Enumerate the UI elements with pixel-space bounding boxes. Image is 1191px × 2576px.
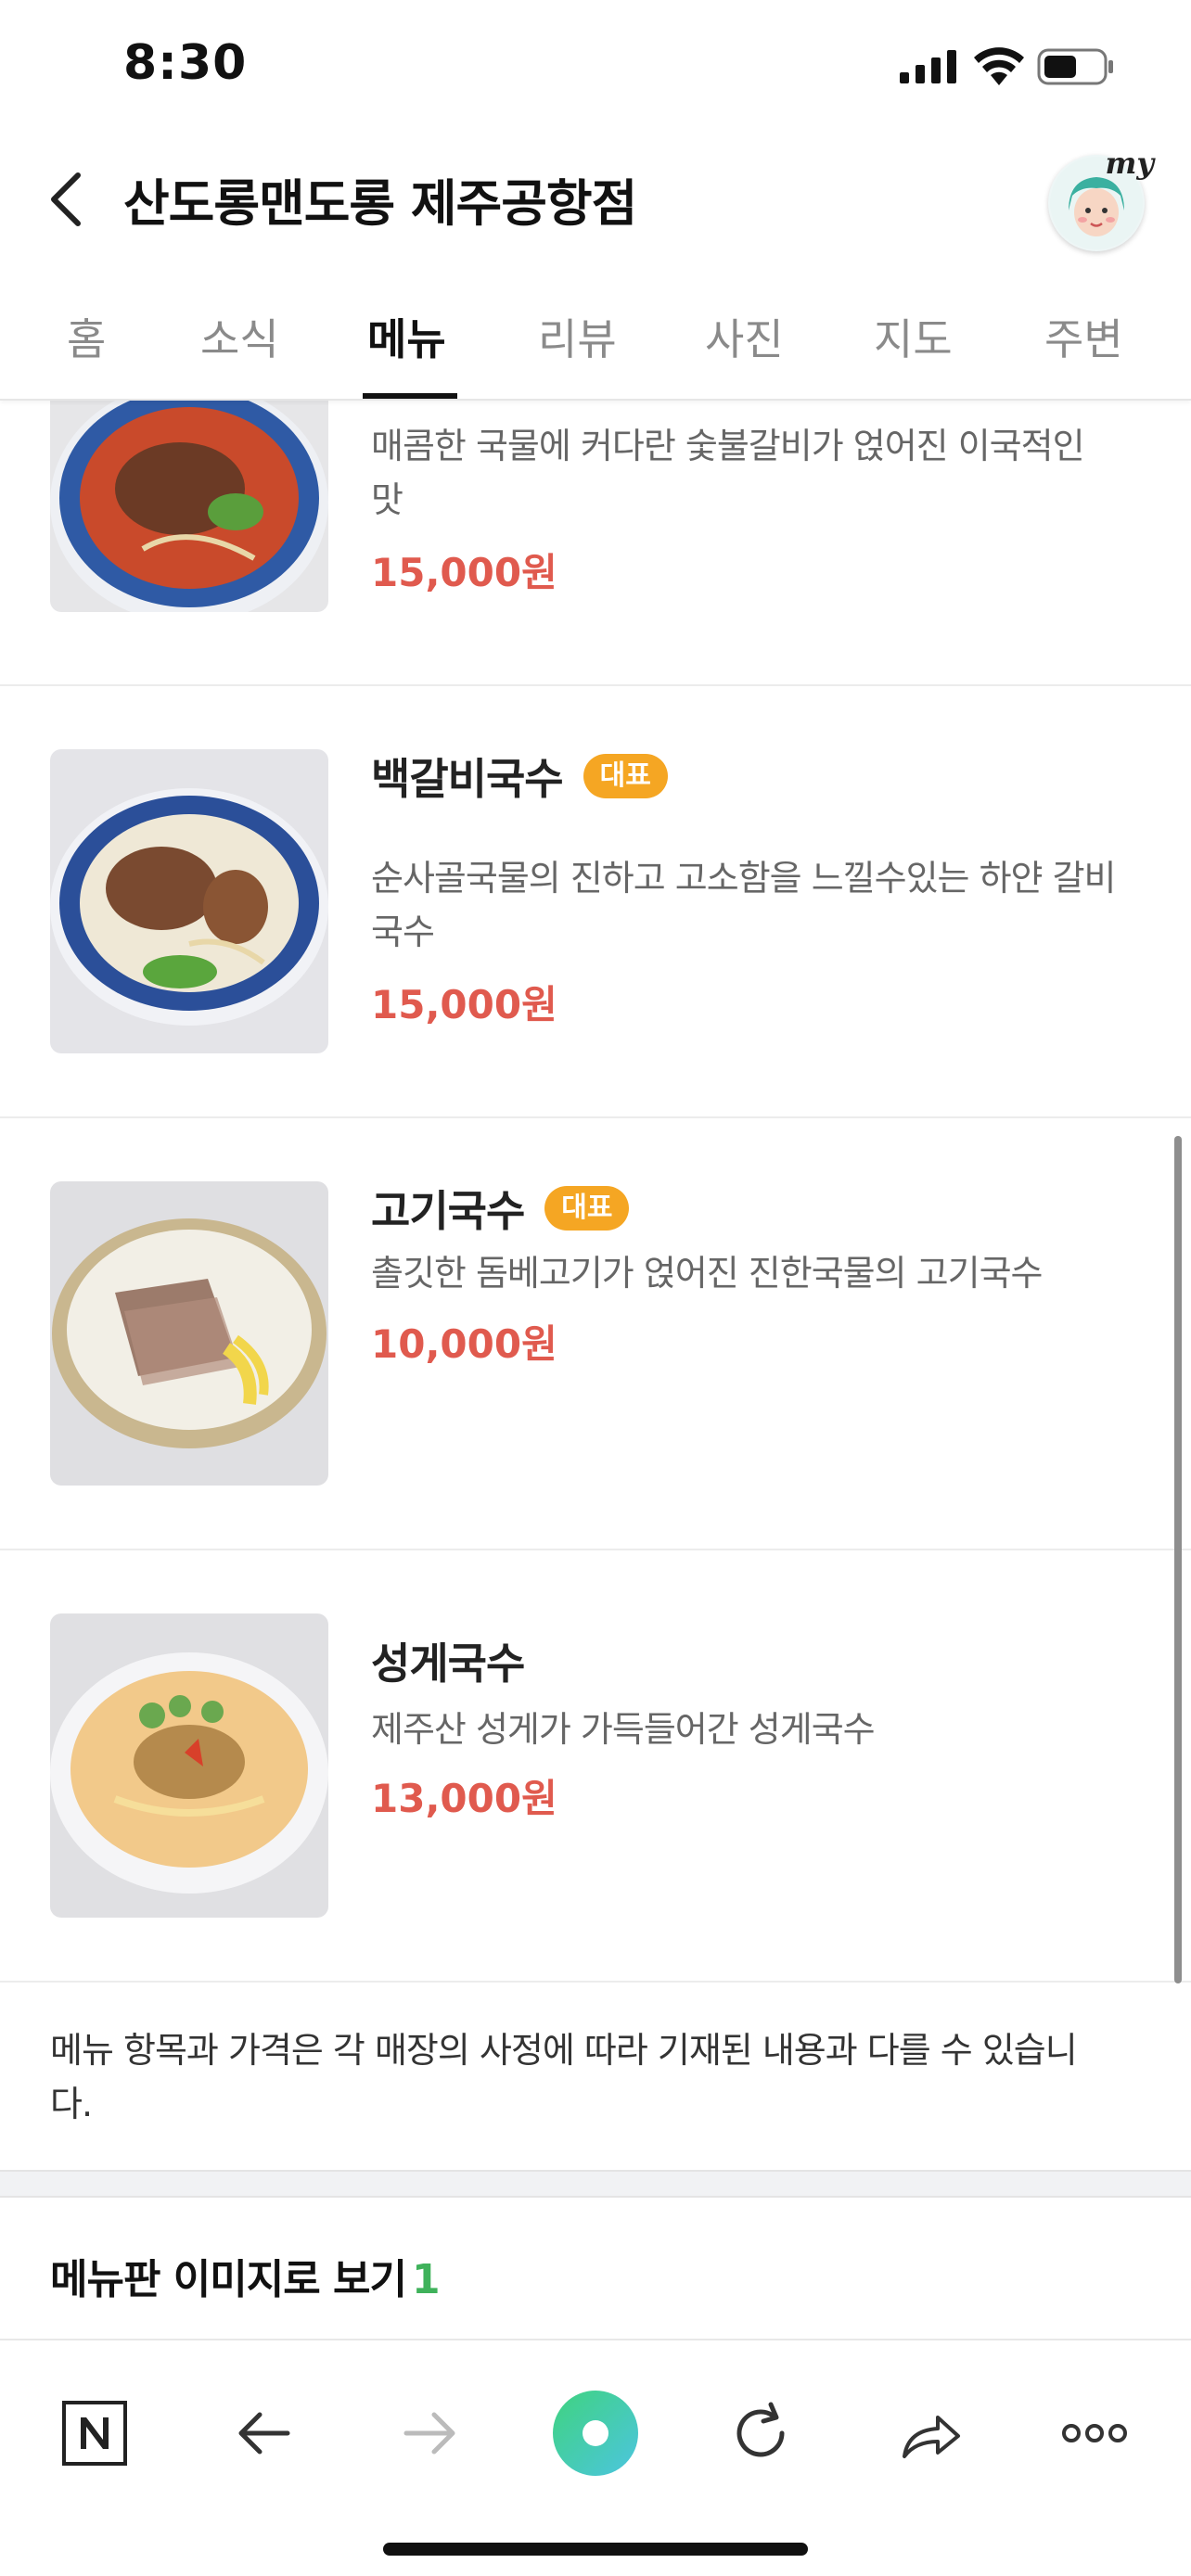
menu-item-name: 백갈비국수 — [371, 754, 564, 804]
tab-nearby[interactable]: 주변 — [1044, 306, 1123, 367]
signature-badge: 대표 — [583, 754, 668, 798]
section-divider — [0, 2170, 1191, 2198]
back-chevron-icon[interactable] — [37, 162, 102, 236]
menu-item-name-row: 성게국수 — [371, 1630, 525, 1691]
signal-icon — [900, 50, 956, 83]
wifi-icon — [974, 47, 1024, 85]
tab-review[interactable]: 리뷰 — [538, 306, 617, 367]
menu-price-notice: 메뉴 항목과 가격은 각 매장의 사정에 따라 기재된 내용과 다를 수 있습니… — [50, 2030, 1078, 2124]
page-title: 산도롱맨도롱 제주공항점 — [123, 174, 637, 233]
menu-item[interactable]: 성게국수 제주산 성게가 가득들어간 성게국수 13,000원 — [0, 1552, 1191, 1983]
tab-bar: 홈 소식 메뉴 리뷰 사진 지도 주변 — [0, 278, 1191, 401]
menu-item-name-row: 백갈비국수 대표 — [371, 746, 668, 807]
menu-item[interactable]: 고기국수 대표 촐깃한 돔베고기가 얹어진 진한국물의 고기국수 10,000원 — [0, 1120, 1191, 1550]
menu-item[interactable]: 매콤한 국물에 커다란 숯불갈비가 얹어진 이국적인 맛 15,000원 — [0, 308, 1191, 686]
header: 산도롱맨도롱 제주공항점 my — [0, 134, 1191, 264]
more-icon[interactable] — [1053, 2391, 1136, 2475]
tab-photo[interactable]: 사진 — [705, 306, 784, 367]
status-time: 8:30 — [123, 35, 248, 91]
green-dot-icon[interactable] — [549, 2387, 642, 2480]
tab-news[interactable]: 소식 — [200, 306, 279, 367]
naver-home-icon[interactable] — [53, 2391, 136, 2475]
home-indicator — [383, 2543, 808, 2556]
tab-home[interactable]: 홈 — [67, 306, 106, 367]
battery-icon — [1037, 48, 1113, 85]
menu-item-name-row: 고기국수 대표 — [371, 1178, 630, 1239]
share-icon[interactable] — [888, 2391, 971, 2475]
menu-item-price: 15,000원 — [371, 550, 557, 595]
menu-item-description: 순사골국물의 진하고 고소함을 느낄수있는 하얀 갈비 국수 — [371, 858, 1117, 952]
menu-item-photo — [50, 749, 328, 1053]
menu-item-photo — [50, 1181, 328, 1486]
back-arrow-icon[interactable] — [223, 2391, 306, 2475]
active-tab-indicator — [363, 393, 457, 399]
status-bar: 8:30 — [0, 0, 1191, 134]
menu-item-description: 매콤한 국물에 커다란 숯불갈비가 얹어진 이국적인 맛 — [371, 426, 1085, 520]
menu-item-photo — [50, 1613, 328, 1918]
menu-item-description: 제주산 성게가 가득들어간 성게국수 — [371, 1709, 876, 1750]
forward-arrow-icon[interactable] — [388, 2391, 471, 2475]
menu-item-price: 13,000원 — [371, 1776, 557, 1821]
menu-item-price: 15,000원 — [371, 982, 557, 1027]
avatar-my-label: my — [1105, 146, 1154, 181]
browser-toolbar — [0, 2339, 1191, 2576]
reload-icon[interactable] — [719, 2391, 802, 2475]
signature-badge: 대표 — [544, 1186, 630, 1231]
my-avatar[interactable]: my — [1048, 146, 1154, 251]
tab-menu[interactable]: 메뉴 — [367, 306, 446, 367]
menuboard-link[interactable]: 메뉴판 이미지로 보기 1 — [50, 2246, 441, 2305]
menu-item-price: 10,000원 — [371, 1321, 557, 1367]
menu-item-name: 고기국수 — [371, 1186, 525, 1236]
menuboard-count: 1 — [411, 2256, 441, 2303]
tab-map[interactable]: 지도 — [874, 306, 953, 367]
scrollbar[interactable] — [1174, 1136, 1182, 1983]
menu-item[interactable]: 백갈비국수 대표 순사골국물의 진하고 고소함을 느낄수있는 하얀 갈비 국수 … — [0, 688, 1191, 1118]
menu-item-name: 성게국수 — [371, 1639, 525, 1689]
menu-item-description: 촐깃한 돔베고기가 얹어진 진한국물의 고기국수 — [371, 1253, 1044, 1294]
menuboard-label: 메뉴판 이미지로 보기 — [50, 2256, 407, 2303]
